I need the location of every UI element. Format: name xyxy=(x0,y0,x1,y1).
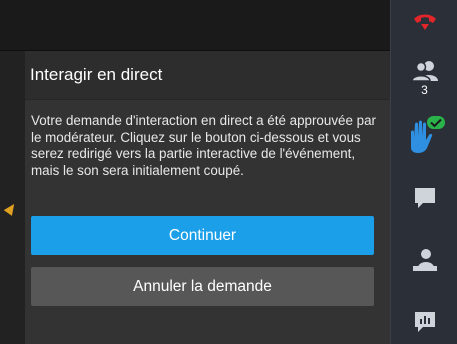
side-rail: 3 xyxy=(390,0,457,344)
dialog-message: Votre demande d'interaction en direct a … xyxy=(31,113,376,178)
raise-hand-icon xyxy=(410,116,445,153)
poll-icon xyxy=(414,312,435,332)
raise-hand-button[interactable] xyxy=(391,116,457,156)
dialog-header: Interagir en direct xyxy=(25,51,390,100)
chat-icon xyxy=(414,188,435,208)
continue-button[interactable]: Continuer xyxy=(31,216,374,255)
chat-button[interactable] xyxy=(391,186,457,210)
dialog-body: Votre demande d'interaction en direct a … xyxy=(25,100,390,344)
participants-button[interactable]: 3 xyxy=(391,60,457,97)
live-interaction-dialog: Interagir en direct Votre demande d'inte… xyxy=(25,51,390,344)
dialog-title: Interagir en direct xyxy=(30,65,163,84)
share-button[interactable] xyxy=(391,248,457,272)
poll-button[interactable] xyxy=(391,310,457,334)
check-badge-icon xyxy=(426,116,445,129)
participants-count: 3 xyxy=(421,83,428,97)
share-icon xyxy=(412,249,437,271)
hang-up-icon xyxy=(413,14,436,30)
cancel-request-button[interactable]: Annuler la demande xyxy=(31,267,374,306)
stage-top-bar xyxy=(0,0,390,51)
hang-up-button[interactable] xyxy=(391,10,457,34)
participants-icon xyxy=(410,61,438,82)
